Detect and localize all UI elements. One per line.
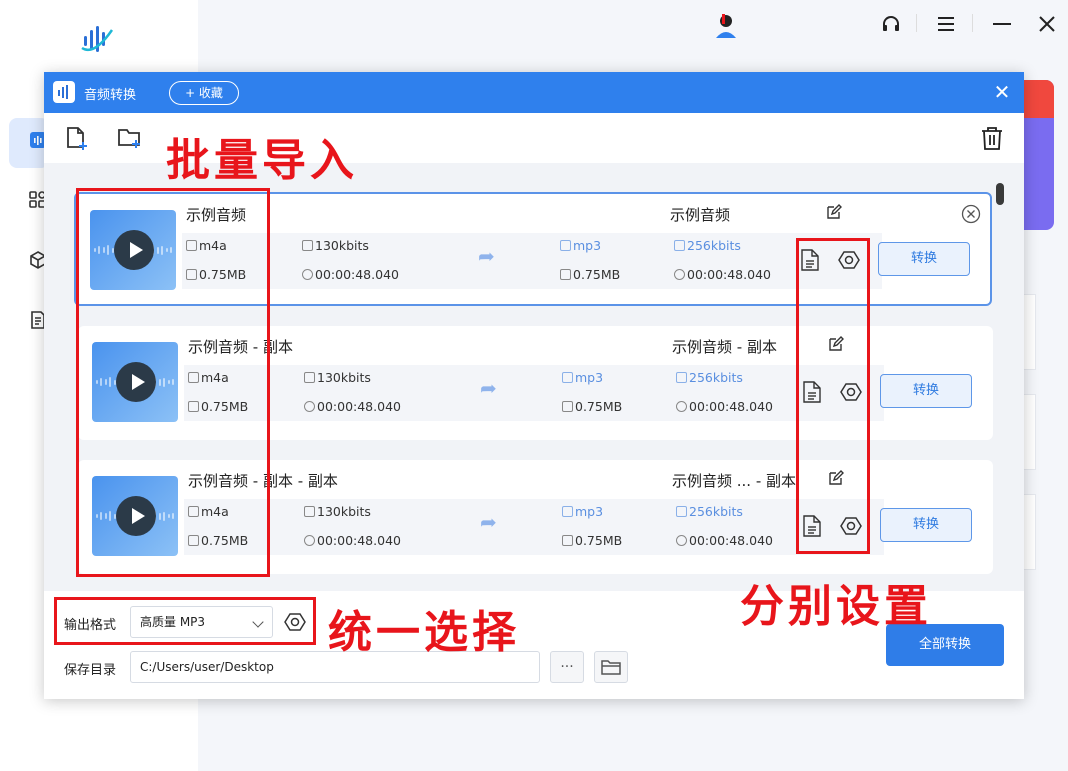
- save-directory-label: 保存目录: [64, 663, 117, 678]
- output-format: mp3: [562, 370, 603, 385]
- topbar-divider: [972, 14, 973, 32]
- meta-band: [184, 499, 884, 555]
- output-size: 0.75MB: [560, 267, 620, 282]
- avatar-icon[interactable]: [714, 12, 738, 40]
- output-duration: 00:00:48.040: [674, 267, 771, 282]
- app-logo: [81, 26, 114, 52]
- output-bitrate: 256kbits: [676, 504, 743, 519]
- favorite-button[interactable]: + 收藏: [169, 81, 239, 105]
- output-size: 0.75MB: [562, 399, 622, 414]
- music-file-icon: [560, 240, 571, 251]
- music-file-icon: [562, 372, 573, 383]
- headset-icon[interactable]: [879, 12, 903, 36]
- dialog-close-button[interactable]: ✕: [992, 82, 1012, 102]
- bitrate-icon: [674, 240, 685, 251]
- clock-icon: [676, 401, 687, 412]
- convert-button[interactable]: 转换: [880, 374, 972, 408]
- background-panel: [1024, 394, 1036, 470]
- browse-more-button[interactable]: ···: [550, 651, 584, 683]
- source-duration: 00:00:48.040: [302, 267, 399, 282]
- folder-size-icon: [562, 401, 573, 412]
- output-file-name: 示例音频 ... - 副本: [672, 472, 797, 490]
- annotation-individual-settings: 分别设置: [740, 581, 932, 632]
- output-bitrate: 256kbits: [676, 370, 743, 385]
- source-bitrate: 130kbits: [302, 238, 369, 253]
- add-file-icon[interactable]: [64, 125, 90, 151]
- output-bitrate: 256kbits: [674, 238, 741, 253]
- convert-arrow-icon: ➦: [478, 244, 495, 268]
- source-duration: 00:00:48.040: [304, 533, 401, 548]
- folder-size-icon: [562, 535, 573, 546]
- trash-icon[interactable]: [979, 125, 1005, 151]
- output-duration: 00:00:48.040: [676, 399, 773, 414]
- convert-button[interactable]: 转换: [878, 242, 970, 276]
- convert-arrow-icon: ➦: [480, 376, 497, 400]
- meta-band: [184, 365, 884, 421]
- output-format: mp3: [560, 238, 601, 253]
- remove-file-icon[interactable]: [961, 204, 981, 224]
- clock-icon: [304, 401, 315, 412]
- app-icon: [53, 81, 75, 103]
- convert-button[interactable]: 转换: [880, 508, 972, 542]
- clock-icon: [674, 269, 685, 280]
- menu-icon[interactable]: [934, 12, 958, 36]
- annotation-batch-import: 批量导入: [166, 135, 358, 186]
- bitrate-icon: [304, 372, 315, 383]
- output-format: mp3: [562, 504, 603, 519]
- promo-badge: [1024, 80, 1054, 118]
- edit-name-icon[interactable]: [826, 204, 842, 220]
- minimize-icon[interactable]: [990, 12, 1014, 36]
- bitrate-icon: [304, 506, 315, 517]
- source-duration: 00:00:48.040: [304, 399, 401, 414]
- annotation-box-settings: [796, 238, 870, 554]
- dialog-titlebar: 音频转换 + 收藏 ✕: [44, 72, 1024, 113]
- bitrate-icon: [676, 506, 687, 517]
- clock-icon: [304, 535, 315, 546]
- convert-arrow-icon: ➦: [480, 510, 497, 534]
- music-file-icon: [562, 506, 573, 517]
- annotation-unified-select: 统一选择: [328, 607, 520, 658]
- background-panel: [1024, 494, 1036, 570]
- bitrate-icon: [302, 240, 313, 251]
- clock-icon: [302, 269, 313, 280]
- folder-size-icon: [560, 269, 571, 280]
- meta-band: [182, 233, 882, 289]
- dialog-title: 音频转换: [84, 88, 137, 103]
- output-duration: 00:00:48.040: [676, 533, 773, 548]
- annotation-box-format: [54, 597, 316, 645]
- folder-icon: [601, 660, 621, 675]
- source-bitrate: 130kbits: [304, 370, 371, 385]
- close-icon[interactable]: [1035, 12, 1059, 36]
- file-list-scrollbar[interactable]: [996, 183, 1004, 205]
- annotation-box-import: [76, 188, 270, 577]
- output-file-name: 示例音频: [670, 206, 731, 224]
- clock-icon: [676, 535, 687, 546]
- add-folder-icon[interactable]: [117, 125, 143, 151]
- output-file-name: 示例音频 - 副本: [672, 338, 777, 356]
- open-folder-button[interactable]: [594, 651, 628, 683]
- bitrate-icon: [676, 372, 687, 383]
- topbar-divider: [916, 14, 917, 32]
- output-size: 0.75MB: [562, 533, 622, 548]
- source-bitrate: 130kbits: [304, 504, 371, 519]
- background-panel: [1024, 294, 1036, 370]
